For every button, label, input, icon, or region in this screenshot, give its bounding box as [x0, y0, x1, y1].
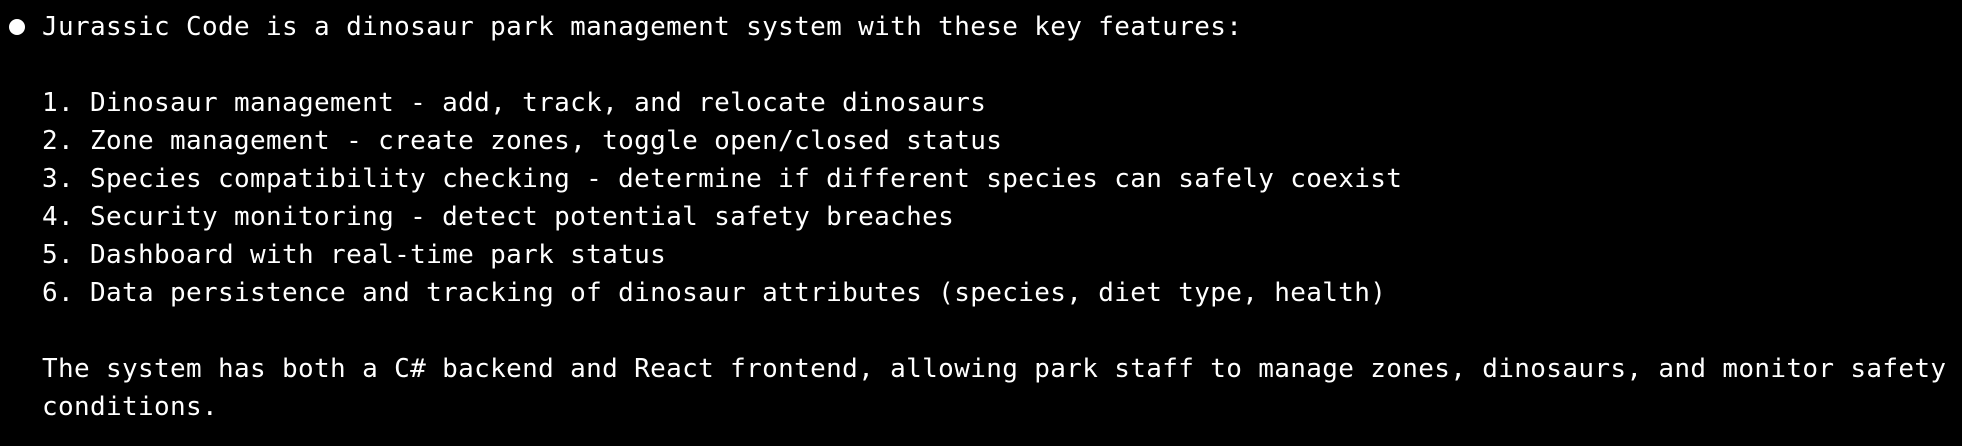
- feature-item: 6. Data persistence and tracking of dino…: [42, 278, 1387, 308]
- feature-item: 2. Zone management - create zones, toggl…: [42, 126, 1003, 156]
- feature-item: 4. Security monitoring - detect potentia…: [42, 202, 955, 232]
- feature-item: 3. Species compatibility checking - dete…: [42, 164, 1403, 194]
- summary-text: The system has both a C# backend and Rea…: [42, 354, 1947, 384]
- feature-item: 1. Dinosaur management - add, track, and…: [42, 88, 987, 118]
- intro-text: Jurassic Code is a dinosaur park managem…: [42, 12, 1243, 42]
- feature-item: 5. Dashboard with real-time park status: [42, 240, 667, 270]
- terminal-output: Jurassic Code is a dinosaur park managem…: [0, 0, 1962, 446]
- bullet-icon: [9, 19, 25, 35]
- summary-text-continued: conditions.: [42, 392, 219, 422]
